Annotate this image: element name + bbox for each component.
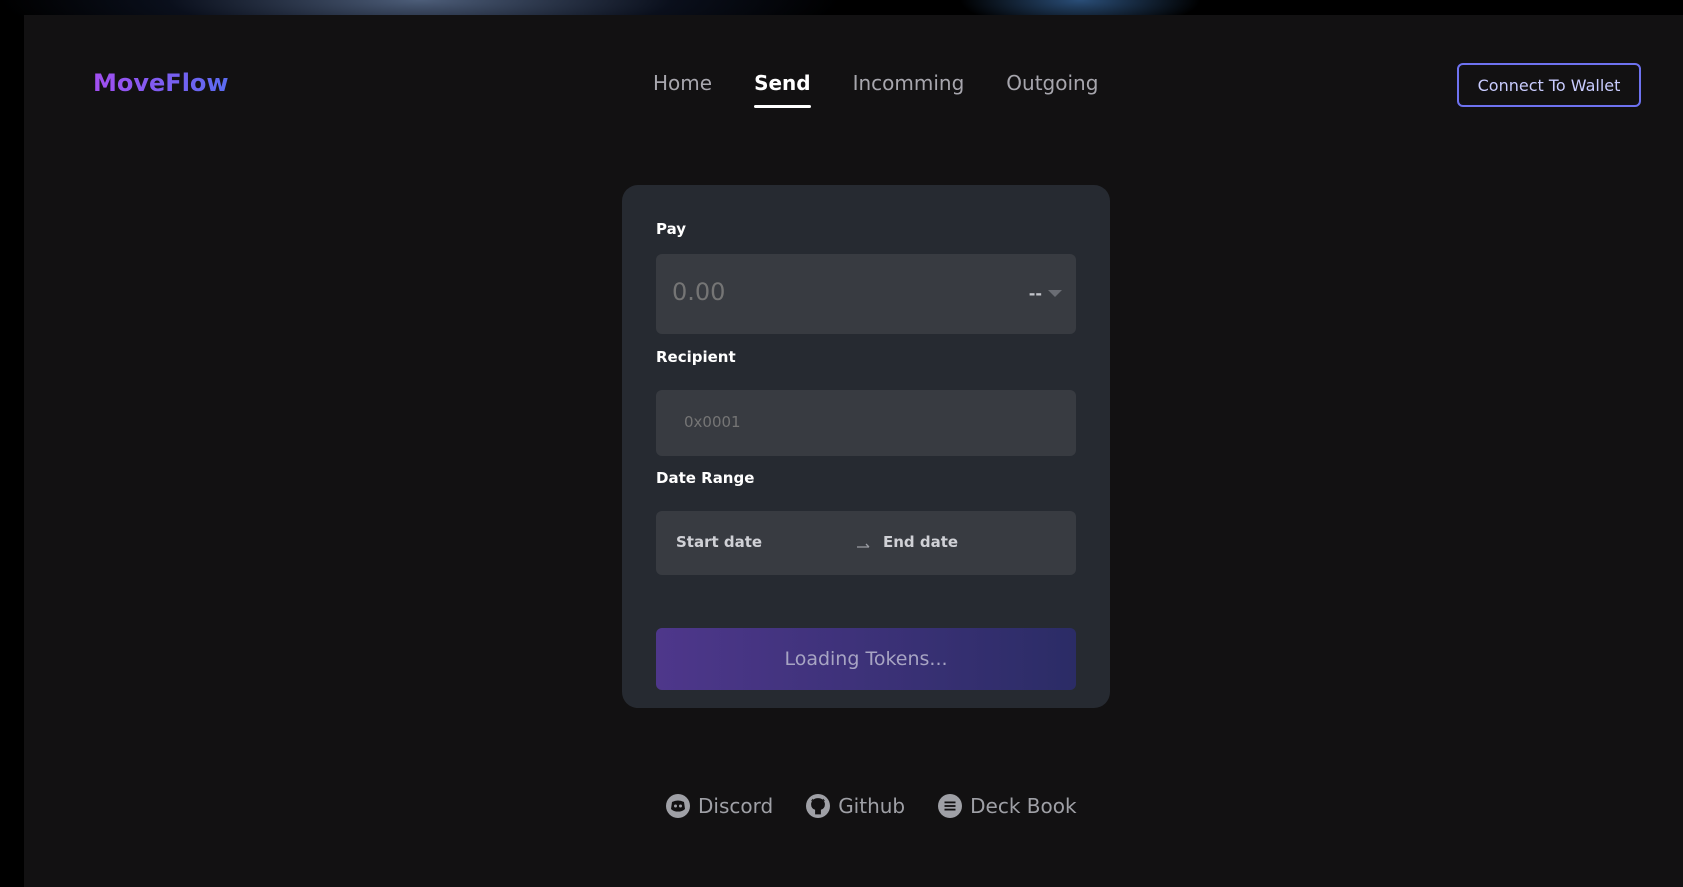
end-date-input[interactable]: End date [883,533,958,551]
nav-item-send[interactable]: Send [754,71,811,108]
pay-field: -- [656,254,1076,334]
nav-item-outgoing[interactable]: Outgoing [1006,71,1098,103]
chevron-down-icon [1048,290,1062,297]
nav-item-home[interactable]: Home [653,71,712,103]
nav-item-incomming[interactable]: Incomming [853,71,965,103]
github-icon [806,794,831,818]
footer-links: Discord Github Deck Book [665,793,1077,819]
recipient-field [656,390,1076,456]
app-window: MoveFlow Home Send Incomming Outgoing Co… [24,15,1683,887]
footer-link-discord[interactable]: Discord [665,793,773,819]
date-range-label: Date Range [656,469,755,487]
arrow-right-icon [857,543,870,548]
token-select-value: -- [1028,284,1042,303]
start-date-input[interactable]: Start date [676,533,762,551]
recipient-input[interactable] [684,413,1044,431]
footer-link-deck-book[interactable]: Deck Book [937,793,1077,819]
send-form-card: Pay -- Recipient Date Range Start date E… [622,185,1110,708]
footer-link-label: Deck Book [970,794,1077,818]
discord-icon [666,794,690,818]
footer-link-label: Github [838,794,906,818]
main-nav: Home Send Incomming Outgoing [653,71,1098,108]
date-range-picker: Start date End date [656,511,1076,575]
brand-logo[interactable]: MoveFlow [93,69,229,97]
footer-link-github[interactable]: Github [805,793,905,819]
pay-amount-input[interactable] [672,278,972,306]
submit-button[interactable]: Loading Tokens... [656,628,1076,690]
footer-link-label: Discord [698,794,774,818]
recipient-label: Recipient [656,348,736,366]
book-icon [938,794,963,818]
token-select[interactable]: -- [1029,284,1062,303]
connect-wallet-button[interactable]: Connect To Wallet [1457,63,1641,107]
pay-label: Pay [656,220,687,238]
